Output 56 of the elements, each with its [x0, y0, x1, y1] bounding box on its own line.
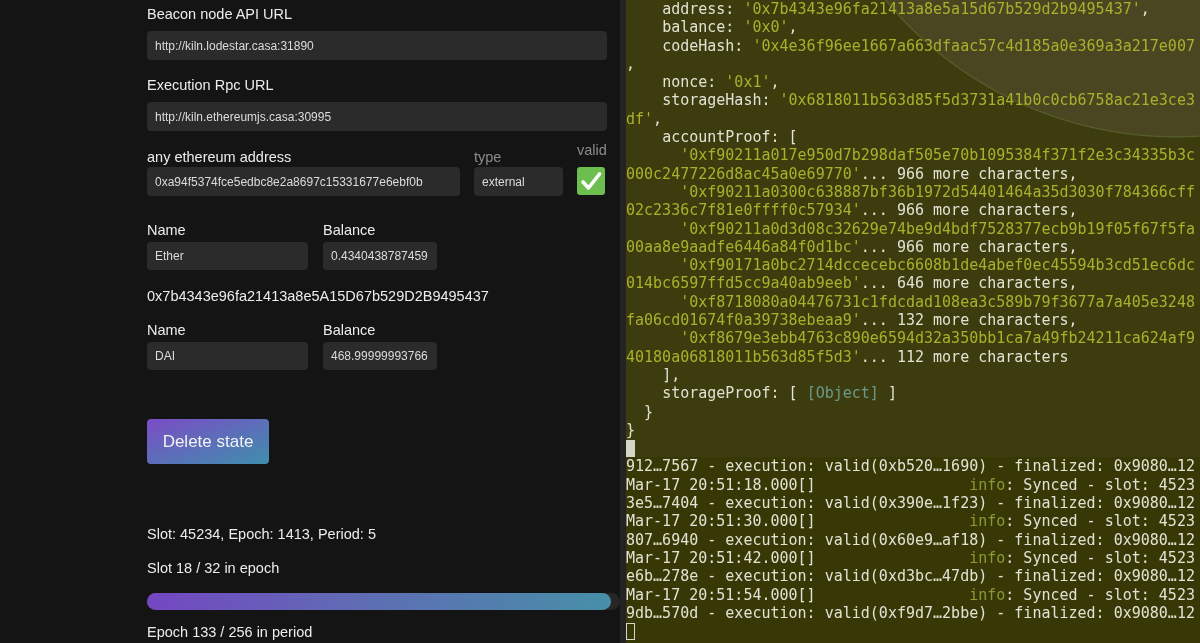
- console-line: '0xf90211a0300c638887bf36b1972d54401464a35d3030f784366cff: [680, 182, 1195, 202]
- balance-field[interactable]: 0.4340438787459: [323, 242, 437, 270]
- field-label: type: [474, 148, 503, 166]
- console-line: 40180a06818011b563d85f5d3'... 112 more characters: [626, 347, 1069, 366]
- console-line: '0xf90211a0d3d08c32629e74be9d4bdf7528377ecb9b19f05f67f5fa: [680, 219, 1195, 238]
- field-label: Execution Rpc URL: [147, 76, 274, 94]
- console-line: ,: [626, 54, 636, 74]
- field-label: Balance: [323, 321, 377, 339]
- sync-status-text: Slot: 45234, Epoch: 1413, Period: 5: [147, 525, 376, 543]
- field-label: Name: [147, 221, 187, 239]
- name-field[interactable]: DAI: [147, 342, 308, 370]
- checkbox[interactable]: [577, 167, 605, 195]
- address-field[interactable]: 0xa94f5374fce5edbc8e2a8697c15331677e6ebf0b: [147, 167, 460, 196]
- url-field[interactable]: http://kiln.lodestar.casa:31890: [147, 31, 607, 60]
- console-line: '0xf90211a017e950d7b298daf505e70b1095384f371f2e3c34335b3c: [680, 146, 1195, 165]
- console-line: fa06cd01674f0a39738ebeaa9'... 132 more characters,: [626, 311, 1078, 330]
- log-line: 9db…570d - execution: valid(0xf9d7…2bbe) - finalized: 0x9080…12: [626, 603, 1195, 623]
- console-line: '0xf8718080a04476731c1fdcdad108ea3c589b79f3677a7a405e3248: [680, 292, 1195, 312]
- console-line: 02c2336c7f81e0ffff0c57934'... 966 more characters,: [626, 201, 1078, 220]
- log-line: 3e5…7404 - execution: valid(0x390e…1f23) - finalized: 0x9080…12: [626, 494, 1195, 513]
- console-line: df',: [626, 109, 663, 129]
- log-line: Mar-17 20:51:18.000[] info: Synced - slot: 4523: [626, 475, 1195, 494]
- console-line: codeHash: '0x4e36f96ee1667a663dfaac57c4d185a0e369a3a217e007: [662, 36, 1195, 55]
- field-label: Name: [147, 321, 187, 339]
- console-line: accountProof: [: [662, 128, 798, 147]
- period-progress-label: Epoch 133 / 256 in period: [147, 623, 313, 641]
- console-line: balance: '0x0',: [662, 18, 798, 37]
- console-line: }: [626, 420, 636, 440]
- field-label: valid: [577, 141, 607, 159]
- console-line: address: '0x7b4343e96fa21413a8e5a15d67b529d2b9495437',: [662, 0, 1150, 19]
- field-label: any ethereum address: [147, 148, 293, 166]
- log-line: 912…7567 - execution: valid(0xb520…1690) - finalized: 0x9080…12: [626, 457, 1195, 476]
- field-label: Balance: [323, 221, 377, 239]
- log-line: e6b…278e - execution: valid(0xd3bc…47db) - finalized: 0x9080…12: [626, 567, 1195, 586]
- console-line: storageHash: '0x6818011b563d85f5d3731a41b0c0cb6758ac21e3ce3: [662, 91, 1195, 110]
- console-line: storageProof: [ [Object] ]: [662, 384, 897, 403]
- token-address: 0x7b4343e96fa21413a8e5A15D67b529D2B9495437: [147, 287, 489, 305]
- console-line: '0xf8679e3ebb4763c890e6594d32a350bb1ca7a49fb24211ca624af9: [680, 329, 1195, 348]
- console-line: 000c2477226d8ac45a0e69770'... 966 more characters,: [626, 164, 1078, 183]
- epoch-progress-label: Slot 18 / 32 in epoch: [147, 559, 280, 577]
- log-line: Mar-17 20:51:30.000[] info: Synced - slot: 4523: [626, 512, 1195, 531]
- balance-field[interactable]: 468.99999993766: [323, 342, 437, 370]
- type-field[interactable]: external: [474, 167, 563, 196]
- console-line: nonce: '0x1',: [662, 73, 780, 92]
- delete-state-button[interactable]: Delete state: [147, 419, 269, 464]
- field-label: Beacon node API URL: [147, 5, 293, 23]
- name-field[interactable]: Ether: [147, 242, 308, 270]
- console-line: ],: [662, 365, 681, 385]
- url-field[interactable]: http://kiln.ethereumjs.casa:30995: [147, 102, 607, 131]
- log-line: Mar-17 20:51:42.000[] info: Synced - slot: 4523: [626, 548, 1195, 568]
- console-line: }: [644, 402, 654, 421]
- console-line: 014bc6597ffd5cc9a40ab9eeb'... 646 more characters,: [626, 274, 1078, 293]
- log-line: 807…6940 - execution: valid(0x60e9…af18) - finalized: 0x9080…12: [626, 530, 1195, 549]
- console-line: '0xf90171a0bc2714dccecebc6608b1de4abef0ec45594b3cd51ec6dc: [680, 256, 1195, 275]
- console-line: 00aa8e9aadfe6446a84f0d1bc'... 966 more characters,: [626, 237, 1078, 257]
- log-line: Mar-17 20:51:54.000[] info: Synced - slot: 4523: [626, 585, 1195, 604]
